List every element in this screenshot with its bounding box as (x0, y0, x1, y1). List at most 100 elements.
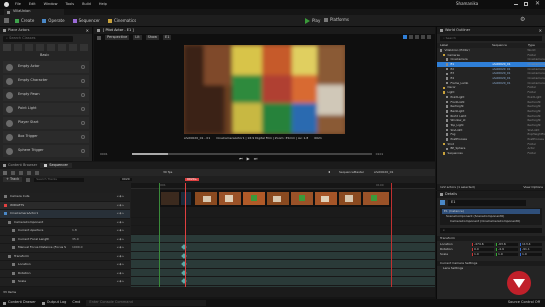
keyframe-nav-icon[interactable]: ◂ ◆ ▸ (117, 195, 124, 198)
play-button[interactable]: Play (305, 18, 320, 24)
outliner-search[interactable]: ⌕ Search (440, 36, 542, 41)
track-value[interactable]: 1000.0 (72, 246, 90, 249)
snap-icon[interactable] (427, 35, 431, 39)
actor-list-item[interactable]: Empty Character (3, 75, 89, 87)
tab-content-browser[interactable]: Content Browser (3, 163, 37, 168)
column-sequence[interactable]: Sequence (492, 44, 528, 47)
skip-forward-icon[interactable]: ⏭ (254, 157, 258, 161)
keyframe-nav-icon[interactable]: ◂ ◆ ▸ (117, 263, 124, 266)
timeline-row[interactable] (131, 218, 435, 226)
panel-close-icon[interactable]: ✕ (539, 28, 542, 33)
track-row[interactable]: Current Focal Length 35.0 ◂ ◆ ▸ (0, 236, 130, 244)
location-z-field[interactable]: 113.4 (520, 242, 542, 246)
camera-button[interactable]: E1 (163, 34, 172, 41)
track-value[interactable]: 35.0 (72, 237, 90, 241)
playhead-line[interactable] (185, 183, 186, 287)
track-row[interactable]: Transform ◂ ◆ ▸ (0, 253, 130, 261)
toolbar-tab-create[interactable]: Create (15, 18, 34, 23)
end-marker[interactable] (391, 183, 392, 287)
platforms-button[interactable]: Platforms (324, 18, 349, 22)
save-icon[interactable] (4, 18, 9, 23)
rotate-icon[interactable] (409, 35, 413, 39)
tab-sequencer[interactable]: Sequencer (40, 162, 72, 169)
column-type[interactable]: Type (528, 44, 535, 47)
play-icon[interactable]: ▶ (247, 157, 250, 161)
scale-z-field[interactable]: 1.0 (520, 252, 542, 256)
show-button[interactable]: Show (145, 34, 160, 41)
cmd-selector[interactable]: Cmd (72, 301, 80, 305)
camera-icon[interactable] (35, 170, 39, 175)
track-row[interactable]: Manual Focus Distance (Focus S 1000.0 ◂ ◆ … (0, 244, 130, 253)
content-drawer-button[interactable]: Content Drawer (3, 301, 36, 305)
column-label[interactable]: Label (440, 44, 492, 47)
timeline-row[interactable] (131, 251, 435, 260)
track-row[interactable]: WIDGETS ◂ ◆ ▸ (0, 201, 130, 210)
keyframe-nav-icon[interactable]: ◂ ◆ ▸ (117, 280, 124, 283)
playback-scrubber[interactable] (131, 153, 372, 155)
outliner-row[interactable]: Sequences Folder (437, 151, 545, 156)
view-options-button[interactable]: View Options (523, 185, 543, 189)
help-icon[interactable] (81, 107, 85, 111)
actor-list-item[interactable]: Player Start (3, 117, 89, 129)
toolbar-tab-cinematics[interactable]: Cinematics (107, 18, 136, 23)
track-row[interactable]: CameraComponent ◂ ◆ ▸ (0, 219, 130, 227)
save-icon[interactable] (3, 170, 7, 175)
track-row[interactable]: Camera Cuts ◂ ◆ ▸ (0, 193, 130, 202)
timeline-row[interactable] (131, 260, 435, 269)
timeline-row[interactable] (131, 209, 435, 218)
menu-item[interactable]: Edit (29, 2, 36, 7)
skip-back-icon[interactable]: ⏮ (239, 157, 243, 161)
rotation-z-field[interactable]: -91.1 (520, 247, 542, 251)
thumbnail-strip[interactable] (159, 190, 391, 207)
track-row[interactable]: Scale ◂ ◆ ▸ (0, 278, 130, 287)
source-control-status[interactable]: Source Control Off (508, 301, 540, 305)
move-icon[interactable] (403, 35, 407, 39)
viewport-menu-icon[interactable] (97, 35, 101, 40)
panel-close-icon[interactable]: ✕ (86, 28, 89, 33)
breadcrumb-child[interactable]: shot0020_01 (374, 171, 393, 174)
rotation-x-field[interactable]: 0.0 (472, 247, 494, 251)
help-icon[interactable] (81, 65, 85, 69)
help-icon[interactable] (81, 93, 85, 97)
component-row[interactable]: CameraComponent (CineCameraComponent0) (442, 219, 540, 224)
render-icon[interactable] (19, 170, 23, 175)
keyframe-nav-icon[interactable]: ◂ ◆ ▸ (117, 203, 124, 207)
category-icon[interactable] (80, 44, 88, 51)
viewport-tab[interactable]: [ Pilot Actor - E1 ] (94, 27, 435, 34)
track-row[interactable]: CineCameraActor1 ◂ ◆ ▸ (0, 210, 130, 219)
breadcrumb-parent[interactable]: SequenceMaster (339, 171, 364, 174)
actor-list-item[interactable]: Empty Pawn (3, 89, 89, 101)
help-icon[interactable] (81, 121, 85, 125)
place-actors-search[interactable]: ⌕ Search Classes (3, 36, 73, 42)
actor-list-item[interactable]: Box Trigger (3, 131, 89, 143)
breadcrumb-back-icon[interactable]: ◂ (328, 170, 330, 174)
timeline-row[interactable] (131, 268, 435, 277)
category-icon[interactable] (3, 44, 11, 51)
keyframe-nav-icon[interactable]: ◂ ◆ ▸ (117, 254, 124, 258)
track-row[interactable]: Current Aperture 1.8 ◂ ◆ ▸ (0, 227, 130, 236)
time-ruler[interactable]: -001 0100 (131, 183, 435, 189)
track-search[interactable]: Search Tracks (34, 177, 85, 182)
minimize-icon[interactable] (514, 4, 518, 5)
menu-item[interactable]: Build (82, 2, 91, 7)
keyframe-nav-icon[interactable]: ◂ ◆ ▸ (117, 220, 124, 224)
timeline-row[interactable] (131, 226, 435, 235)
perspective-button[interactable]: Perspective (105, 34, 130, 41)
settings-icon[interactable]: ⚙ (520, 17, 525, 23)
scale-y-field[interactable]: 1.0 (496, 252, 518, 256)
category-icon[interactable] (25, 44, 33, 51)
maximize-icon[interactable] (524, 2, 528, 6)
menu-item[interactable]: Tools (65, 2, 74, 7)
lock-icon[interactable] (27, 170, 31, 175)
lit-button[interactable]: Lit (133, 34, 142, 41)
timeline-row[interactable] (131, 234, 435, 243)
rotation-y-field[interactable]: -4.9 (496, 247, 518, 251)
timeline-row[interactable] (131, 243, 435, 252)
actor-name-field[interactable]: E1 (448, 200, 526, 206)
menu-item[interactable]: Help (99, 2, 107, 7)
actor-list-item[interactable]: Empty Actor (3, 61, 89, 73)
track-value[interactable]: 1.8 (72, 229, 90, 232)
help-icon[interactable] (81, 79, 85, 83)
keyframe-nav-icon[interactable]: ◂ ◆ ▸ (117, 229, 124, 232)
current-frame-field[interactable]: 0020 (120, 178, 132, 181)
